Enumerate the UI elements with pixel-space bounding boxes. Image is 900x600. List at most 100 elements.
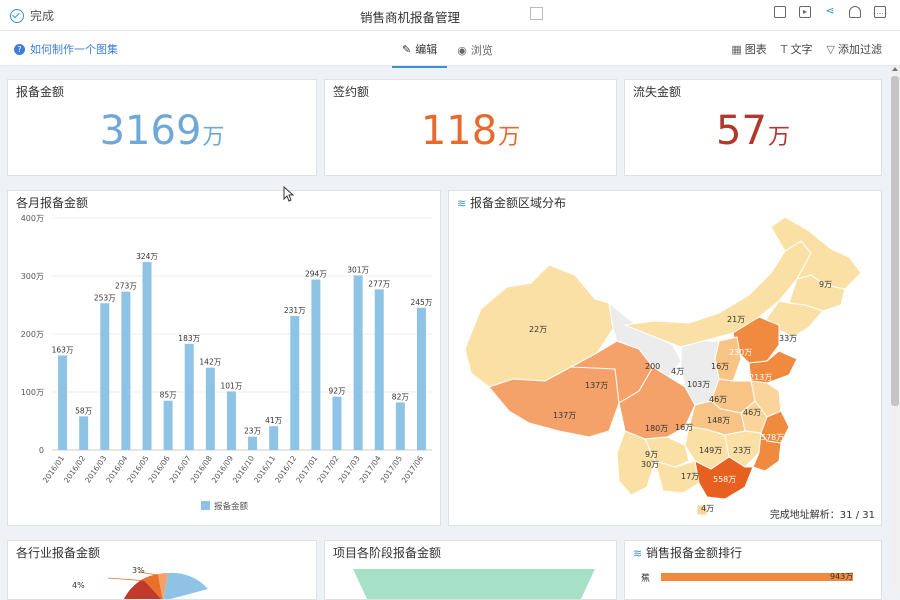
- industry-pie: 3% 4%: [72, 566, 208, 599]
- map-value-label: 230万: [729, 348, 752, 357]
- bar: [290, 316, 300, 450]
- scrollbar-thumb[interactable]: [891, 76, 899, 406]
- map-value-label: 4万: [671, 367, 684, 376]
- bar-value-label: 231万: [284, 306, 306, 315]
- monthly-bar-chart: 0100万200万300万400万163万2016/0158万2016/0225…: [21, 214, 433, 512]
- y-tick-label: 400万: [21, 214, 44, 223]
- kpi-title: 流失金额: [633, 85, 682, 99]
- bar: [121, 291, 131, 450]
- scroll-up-arrow-icon[interactable]: [892, 67, 898, 71]
- map-value-label: 200: [645, 362, 660, 371]
- ranking-title-row: ≋ 销售报备金额排行: [633, 544, 742, 561]
- pie-leader-line: [107, 577, 149, 582]
- map-value-label: 17万: [681, 472, 699, 481]
- tab-edit-label: 编辑: [415, 43, 438, 56]
- done-button[interactable]: 完成: [10, 7, 54, 24]
- vertical-scrollbar[interactable]: [890, 66, 900, 591]
- map-value-label: 46万: [743, 408, 761, 417]
- map-value-label: 103万: [687, 380, 710, 389]
- bar: [374, 289, 384, 450]
- bar-value-label: 301万: [347, 265, 369, 274]
- tab-browse[interactable]: ◉ 浏览: [447, 31, 503, 68]
- bar: [353, 275, 363, 450]
- kpi-number: 57: [716, 108, 767, 154]
- chat-icon[interactable]: …: [874, 6, 886, 18]
- map-value-label: 578万: [761, 433, 784, 442]
- map-value-label: 30万: [641, 460, 659, 469]
- bar: [184, 343, 194, 450]
- ranking-panel[interactable]: ≋ 销售报备金额排行 蕉 943万: [624, 540, 882, 600]
- bar: [248, 436, 258, 450]
- rank-bar: [661, 573, 853, 581]
- kpi-card-signed[interactable]: 签约额 118万: [324, 79, 617, 176]
- kpi-value: 57万: [625, 108, 881, 154]
- headset-icon[interactable]: [849, 6, 861, 18]
- map-value-label: 21万: [727, 315, 745, 324]
- bar-value-label: 324万: [136, 252, 158, 261]
- bar: [311, 279, 321, 450]
- help-link[interactable]: ? 如何制作一个图集: [14, 41, 118, 57]
- kpi-unit: 万: [767, 125, 790, 150]
- mobile-preview-icon[interactable]: [774, 6, 786, 18]
- add-filter-button[interactable]: ▽ 添加过滤: [827, 41, 882, 57]
- map-value-label: 137万: [585, 381, 608, 390]
- bar-value-label: 58万: [75, 406, 93, 415]
- kpi-title: 签约额: [333, 85, 370, 99]
- map-value-label: 22万: [529, 325, 547, 334]
- kpi-value: 118万: [325, 108, 616, 154]
- add-text-button[interactable]: T 文字: [781, 41, 813, 57]
- bar: [58, 355, 68, 450]
- text-icon: T: [780, 43, 788, 56]
- play-icon[interactable]: ▸: [799, 6, 811, 18]
- rank-bar-value: 943万: [830, 572, 854, 581]
- map-value-label: 558万: [713, 475, 736, 484]
- map-value-label: 46万: [709, 395, 727, 404]
- share-icon[interactable]: ⋖: [824, 5, 836, 18]
- add-chart-button[interactable]: ▦ 图表: [731, 41, 766, 57]
- stage-panel[interactable]: 项目各阶段报备金额: [324, 540, 617, 600]
- bar: [142, 262, 152, 450]
- bar: [205, 367, 215, 450]
- bar: [226, 391, 236, 450]
- map-value-label: 180万: [645, 424, 668, 433]
- monthly-chart-panel[interactable]: 各月报备金额 0 100万 200万 300万 400万 163万 2016/01 58万 20…: [7, 190, 441, 526]
- industry-panel[interactable]: 各行业报备金额 3% 4%: [7, 540, 317, 600]
- bar-value-label: 23万: [244, 427, 262, 436]
- bar-value-label: 163万: [52, 345, 74, 354]
- tab-edit[interactable]: ✎ 编辑: [392, 31, 448, 68]
- chart-icon: ▦: [731, 43, 742, 56]
- help-link-label: 如何制作一个图集: [30, 43, 118, 56]
- pencil-icon: ✎: [402, 42, 412, 56]
- kpi-number: 3169: [99, 108, 202, 154]
- bar: [269, 426, 279, 450]
- text-label: 文字: [790, 43, 813, 56]
- bar: [416, 307, 426, 450]
- map-value-label: 213万: [749, 373, 772, 382]
- kpi-number: 118: [420, 108, 498, 154]
- tab-browse-label: 浏览: [470, 44, 493, 57]
- map-value-label: 137万: [553, 411, 576, 420]
- pie-label: 4%: [72, 581, 85, 590]
- china-map: 22万9万21万33万230万213万2004万137万16万103万137万4…: [464, 216, 862, 516]
- pie-label: 3%: [132, 566, 145, 575]
- kpi-card-lost[interactable]: 流失金额 57万: [624, 79, 882, 176]
- kpi-unit: 万: [498, 125, 521, 150]
- eye-icon: ◉: [457, 43, 467, 57]
- filter-label: 添加过滤: [838, 43, 882, 56]
- y-tick-label: 0: [39, 446, 44, 455]
- map-value-label: 148万: [707, 416, 730, 425]
- kpi-card-reported[interactable]: 报备金额 3169万: [7, 79, 317, 176]
- ranking-title: 销售报备金额排行: [646, 546, 743, 560]
- pie-slice: [163, 572, 208, 599]
- map-value-label: 33万: [779, 334, 797, 343]
- edit-title-icon[interactable]: [530, 7, 543, 20]
- done-label: 完成: [30, 9, 55, 23]
- map-panel[interactable]: ≋ 报备金额区域分布 22万 9万 21万 33万 230万 213万 200 …: [448, 190, 882, 526]
- bar: [332, 396, 342, 450]
- mouse-cursor-icon: [283, 186, 295, 202]
- bar-value-label: 183万: [178, 334, 200, 343]
- filter-icon: ▽: [826, 43, 835, 56]
- bar-value-label: 85万: [160, 391, 178, 400]
- check-circle-icon: [10, 8, 24, 23]
- top-bar: 完成 销售商机报备管理 ▸ ⋖ …: [0, 0, 900, 31]
